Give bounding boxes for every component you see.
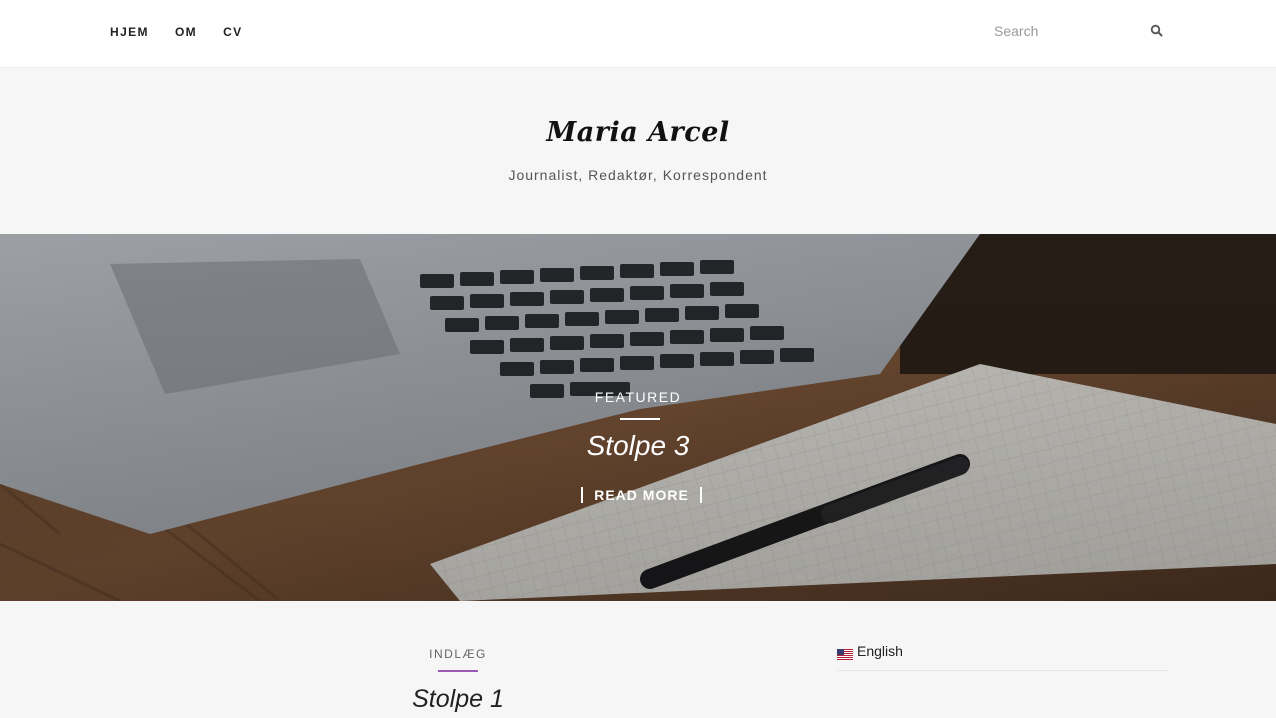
post-category[interactable]: INDLÆG — [398, 647, 518, 661]
site-header: Maria Arcel Journalist, Redaktør, Korres… — [0, 69, 1276, 234]
read-more-button[interactable]: READ MORE — [581, 487, 702, 503]
nav-item-cv[interactable]: CV — [223, 25, 242, 39]
category-divider — [438, 670, 478, 672]
featured-post-banner[interactable]: FEATURED Stolpe 3 READ MORE — [0, 234, 1276, 601]
main-nav: HJEM OM CV — [110, 25, 269, 39]
site-tagline: Journalist, Redaktør, Korrespondent — [508, 167, 768, 183]
search-box — [994, 18, 1166, 44]
search-input[interactable] — [994, 18, 1144, 44]
language-switcher[interactable]: English — [837, 643, 1168, 671]
featured-post-title[interactable]: Stolpe 3 — [0, 430, 1276, 462]
featured-label: FEATURED — [594, 389, 682, 405]
main-content: INDLÆG Stolpe 1 English — [0, 601, 1276, 718]
site-title[interactable]: Maria Arcel — [0, 117, 1276, 148]
us-flag-icon — [837, 649, 853, 660]
nav-item-om[interactable]: OM — [175, 25, 197, 39]
nav-item-hjem[interactable]: HJEM — [110, 25, 149, 39]
top-navigation-bar: HJEM OM CV — [0, 0, 1276, 68]
language-label[interactable]: English — [857, 643, 903, 659]
post-title[interactable]: Stolpe 1 — [358, 685, 558, 714]
featured-divider — [620, 418, 660, 420]
search-icon[interactable] — [1150, 24, 1164, 38]
